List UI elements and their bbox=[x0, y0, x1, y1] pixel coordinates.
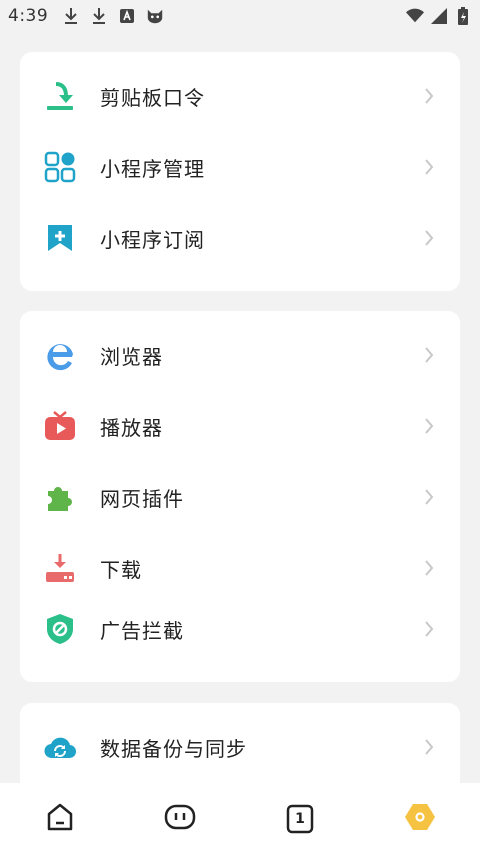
chevron-right-icon bbox=[422, 737, 436, 757]
chevron-right-icon bbox=[422, 558, 436, 578]
item-label: 数据备份与同步 bbox=[100, 736, 247, 761]
download-item[interactable]: 下载 bbox=[20, 540, 460, 596]
item-label: 下载 bbox=[100, 557, 142, 582]
battery-charging-icon bbox=[454, 7, 472, 25]
settings-group-2: 浏览器 播放器 网页插件 下载 广告拦截 bbox=[20, 311, 460, 682]
download-icon bbox=[62, 7, 80, 25]
item-label: 小程序订阅 bbox=[100, 227, 205, 252]
a-badge-icon bbox=[118, 7, 136, 25]
download-tray-icon bbox=[44, 552, 76, 584]
download-icon bbox=[90, 7, 108, 25]
item-label: 剪贴板口令 bbox=[100, 85, 205, 110]
shield-block-icon bbox=[44, 613, 76, 645]
chevron-right-icon bbox=[422, 228, 436, 248]
data-backup-sync-item[interactable]: 数据备份与同步 bbox=[20, 719, 460, 775]
tv-play-icon bbox=[44, 410, 76, 442]
status-time: 4:39 bbox=[8, 6, 49, 26]
item-label: 播放器 bbox=[100, 415, 163, 440]
item-label: 浏览器 bbox=[100, 344, 163, 369]
robot-tab[interactable] bbox=[162, 801, 198, 837]
item-label: 小程序管理 bbox=[100, 156, 205, 181]
windows-tab[interactable]: 1 bbox=[282, 801, 318, 837]
home-icon bbox=[45, 802, 75, 836]
item-label: 广告拦截 bbox=[100, 618, 184, 643]
bookmark-plus-icon bbox=[44, 222, 76, 254]
robot-face-icon bbox=[164, 802, 196, 836]
chevron-right-icon bbox=[422, 157, 436, 177]
clipboard-download-icon bbox=[44, 80, 76, 112]
status-icons-left bbox=[62, 7, 164, 25]
player-item[interactable]: 播放器 bbox=[20, 398, 460, 454]
status-bar: 4:39 bbox=[0, 0, 480, 32]
hexagon-icon bbox=[404, 802, 436, 836]
web-plugin-item[interactable]: 网页插件 bbox=[20, 469, 460, 525]
profile-tab[interactable] bbox=[402, 801, 438, 837]
mini-program-grid-icon bbox=[44, 151, 76, 183]
signal-icon bbox=[430, 7, 448, 25]
chevron-right-icon bbox=[422, 416, 436, 436]
ad-block-item[interactable]: 广告拦截 bbox=[20, 601, 460, 657]
tab-count-icon: 1 bbox=[286, 804, 314, 834]
chevron-right-icon bbox=[422, 487, 436, 507]
cloud-sync-icon bbox=[44, 731, 76, 763]
bottom-tab-bar: 1 bbox=[0, 783, 480, 855]
puzzle-icon bbox=[44, 481, 76, 513]
mini-program-manage-item[interactable]: 小程序管理 bbox=[20, 139, 460, 195]
browser-e-icon bbox=[44, 339, 76, 371]
chevron-right-icon bbox=[422, 619, 436, 639]
item-label: 网页插件 bbox=[100, 486, 184, 511]
settings-group-1: 剪贴板口令 小程序管理 小程序订阅 bbox=[20, 52, 460, 291]
browser-item[interactable]: 浏览器 bbox=[20, 327, 460, 383]
tab-count: 1 bbox=[295, 811, 305, 827]
chevron-right-icon bbox=[422, 86, 436, 106]
status-icons-right bbox=[406, 7, 472, 25]
wifi-icon bbox=[406, 7, 424, 25]
chevron-right-icon bbox=[422, 345, 436, 365]
clipboard-command-item[interactable]: 剪贴板口令 bbox=[20, 68, 460, 124]
cat-face-icon bbox=[146, 7, 164, 25]
mini-program-subscribe-item[interactable]: 小程序订阅 bbox=[20, 210, 460, 266]
home-tab[interactable] bbox=[42, 801, 78, 837]
